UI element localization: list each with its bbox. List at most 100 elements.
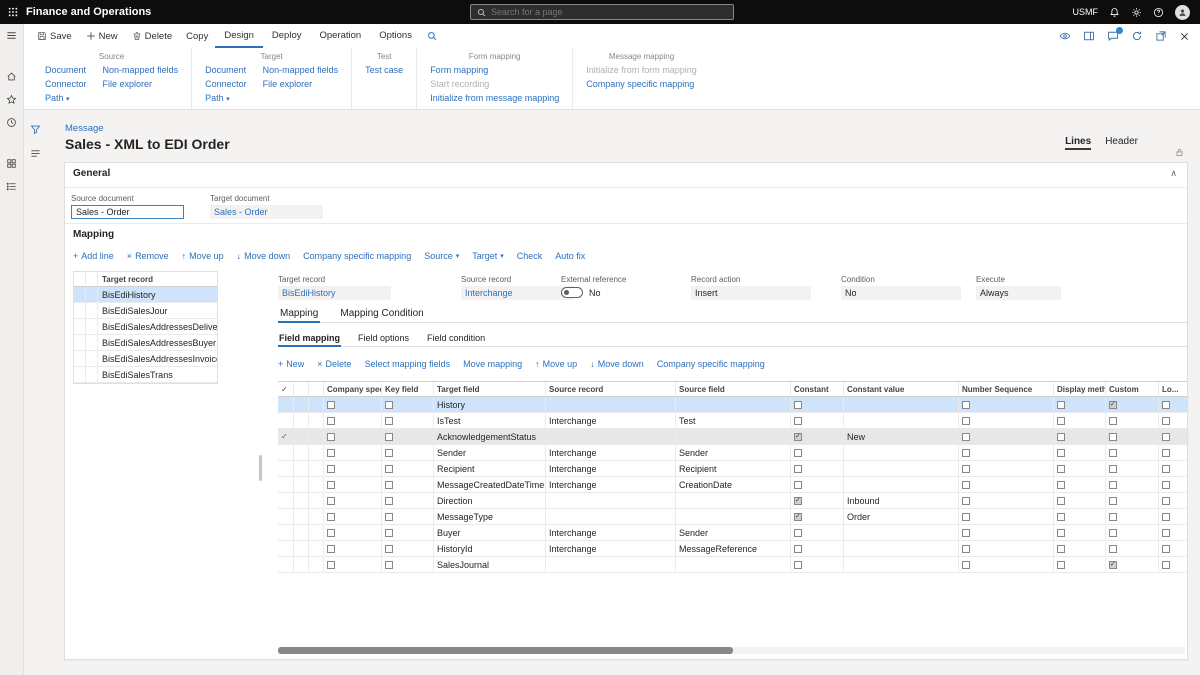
constant-checkbox[interactable] [791,477,844,492]
target-record-name[interactable]: BisEdiSalesTrans [98,367,217,382]
grid-column-header[interactable]: Custom [1106,382,1159,396]
number-sequence-checkbox[interactable] [959,429,1054,444]
source-record-cell[interactable]: Interchange [546,525,676,540]
company-specific-checkbox-box[interactable] [327,417,335,425]
row-select-cell[interactable] [278,525,294,540]
number-sequence-checkbox-box[interactable] [962,497,970,505]
number-sequence-checkbox[interactable] [959,493,1054,508]
display-method-checkbox[interactable] [1054,429,1106,444]
constant-value-cell[interactable] [844,525,959,540]
constant-checkbox[interactable] [791,461,844,476]
field-mapping-row[interactable]: SalesJournal [278,557,1188,573]
help-icon[interactable] [1153,7,1164,18]
constant-checkbox[interactable] [791,429,844,444]
target-field-cell[interactable]: MessageCreatedDateTime [434,477,546,492]
grid-column-header[interactable]: Company speci... [324,382,382,396]
custom-checkbox[interactable] [1106,429,1159,444]
general-section-title[interactable]: General [73,168,110,179]
source-field-cell[interactable] [676,509,791,524]
grid-column-header[interactable]: Constant [791,382,844,396]
company-specific-checkbox-box[interactable] [327,529,335,537]
key-field-checkbox-box[interactable] [385,513,393,521]
key-field-checkbox[interactable] [382,509,434,524]
display-method-checkbox-box[interactable] [1057,545,1065,553]
collapse-section-icon[interactable]: ∧ [1170,168,1177,179]
constant-checkbox[interactable] [791,413,844,428]
constant-checkbox[interactable] [791,493,844,508]
source-field-cell[interactable]: Sender [676,525,791,540]
constant-checkbox-box[interactable] [794,433,802,441]
source-record-cell[interactable] [546,429,676,444]
constant-value-cell[interactable] [844,413,959,428]
grid-column-header[interactable]: Number Sequence [959,382,1054,396]
toolbar-button[interactable]: ↓ Move down [590,359,644,369]
key-field-checkbox-box[interactable] [385,449,393,457]
key-field-checkbox-box[interactable] [385,497,393,505]
target-field-cell[interactable]: IsTest [434,413,546,428]
field-mapping-row[interactable]: BuyerInterchangeSender [278,525,1188,541]
custom-checkbox-box[interactable] [1109,417,1117,425]
source-field-cell[interactable] [676,557,791,572]
record-action-value[interactable]: Insert [691,286,811,300]
mapping-tab[interactable]: Mapping [278,308,320,323]
company-specific-checkbox-box[interactable] [327,545,335,553]
target-record-name[interactable]: BisEdiSalesAddressesInvoice [98,351,217,366]
target-field-cell[interactable]: History [434,397,546,412]
new-button[interactable]: New [79,24,125,48]
row-select-cell[interactable] [278,461,294,476]
target-record-row[interactable]: BisEdiSalesAddressesDelivery [74,319,217,335]
lock-checkbox[interactable] [1159,509,1188,524]
row-indicator-cell[interactable] [294,445,309,460]
toolbar-button[interactable]: × Remove [127,251,169,261]
number-sequence-checkbox-box[interactable] [962,561,970,569]
number-sequence-checkbox-box[interactable] [962,449,970,457]
grid-column-header[interactable] [294,382,309,396]
constant-checkbox[interactable] [791,525,844,540]
target-document-value[interactable]: Sales - Order [210,205,323,219]
side-panel-icon[interactable] [1083,30,1095,42]
display-method-checkbox[interactable] [1054,557,1106,572]
row-select-cell[interactable] [278,509,294,524]
number-sequence-checkbox[interactable] [959,509,1054,524]
key-field-checkbox[interactable] [382,493,434,508]
target-field-cell[interactable]: Recipient [434,461,546,476]
target-document-link[interactable]: Document [205,65,247,76]
row-indicator-cell[interactable] [309,397,324,412]
row-indicator-cell[interactable] [309,477,324,492]
row-select-cell[interactable]: ✓ [278,429,294,444]
constant-value-cell[interactable] [844,557,959,572]
source-document-link[interactable]: Document [45,65,87,76]
company-specific-checkbox[interactable] [324,445,382,460]
toolbar-button[interactable]: ↑ Move up [535,359,577,369]
form-mapping-link[interactable]: Form mapping [430,65,559,76]
lock-checkbox-box[interactable] [1162,417,1170,425]
constant-checkbox[interactable] [791,509,844,524]
home-icon[interactable] [6,71,17,82]
display-method-checkbox[interactable] [1054,477,1106,492]
toolbar-button[interactable]: Company specific mapping [303,251,411,261]
custom-checkbox-box[interactable] [1109,529,1117,537]
open-in-new-window-icon[interactable] [1155,30,1167,42]
source-record-cell[interactable] [546,557,676,572]
custom-checkbox-box[interactable] [1109,401,1117,409]
number-sequence-checkbox-box[interactable] [962,401,970,409]
row-select-cell[interactable] [278,445,294,460]
condition-value[interactable]: No [841,286,961,300]
horizontal-scrollbar-thumb[interactable] [278,647,733,654]
field-mapping-row[interactable]: IsTestInterchangeTest [278,413,1188,429]
lock-checkbox-box[interactable] [1162,561,1170,569]
row-indicator-cell[interactable] [309,429,324,444]
key-field-checkbox[interactable] [382,525,434,540]
source-connector-link[interactable]: Connector [45,79,87,90]
delete-button[interactable]: Delete [125,24,179,48]
key-field-checkbox-box[interactable] [385,545,393,553]
display-method-checkbox-box[interactable] [1057,433,1065,441]
ribbon-search-icon[interactable] [427,31,437,41]
display-method-checkbox[interactable] [1054,509,1106,524]
display-method-checkbox[interactable] [1054,397,1106,412]
custom-checkbox[interactable] [1106,477,1159,492]
row-indicator-cell[interactable] [294,461,309,476]
constant-checkbox-box[interactable] [794,561,802,569]
custom-checkbox[interactable] [1106,493,1159,508]
target-non-mapped-fields-link[interactable]: Non-mapped fields [263,65,339,76]
